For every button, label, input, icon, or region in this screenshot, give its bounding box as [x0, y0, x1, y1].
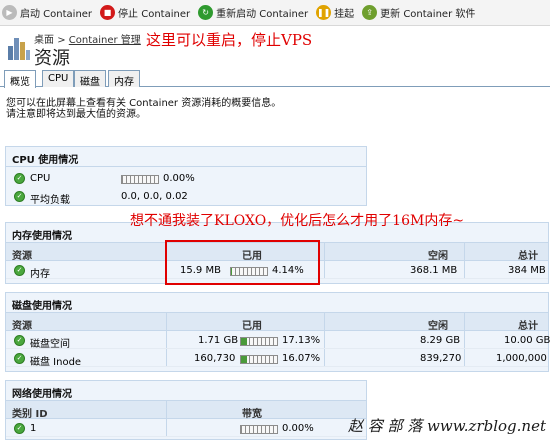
- disk-inode-progress-bar: [240, 355, 278, 364]
- network-usage-title: 网络使用情况: [6, 381, 366, 401]
- disk-space-total-value: 10.00 GB: [504, 335, 550, 346]
- cpu-row: ✓ CPU 0.00%: [6, 169, 366, 187]
- disk-space-progress-fill: [241, 338, 248, 345]
- memory-free-value: 368.1 MB: [410, 265, 458, 276]
- toolbar: ▶ 启动 Container ■ 停止 Container ↻ 重新启动 Con…: [0, 0, 550, 26]
- cpu-label: CPU: [30, 173, 51, 184]
- disk-col-free: 空闲: [428, 321, 448, 332]
- stop-container-button[interactable]: ■ 停止 Container: [100, 5, 190, 20]
- status-ok-icon: ✓: [14, 265, 25, 276]
- status-ok-icon: ✓: [14, 335, 25, 346]
- disk-table-header: 资源 已用 空闲 总计: [6, 313, 548, 332]
- breadcrumb-container-management[interactable]: Container 管理: [69, 35, 141, 46]
- restart-annotation: 这里可以重启，停止VPS: [146, 31, 313, 49]
- cpu-usage-title: CPU 使用情况: [6, 147, 366, 167]
- disk-space-percent: 17.13%: [282, 335, 321, 346]
- memory-total-value: 384 MB: [508, 265, 546, 276]
- status-ok-icon: ✓: [14, 423, 25, 434]
- disk-col-resource: 资源: [12, 321, 32, 332]
- update-software-button[interactable]: ⇪ 更新 Container 软件: [362, 5, 475, 20]
- memory-annotation: 想不通我装了KLOXO，优化后怎么才用了16M内存~: [130, 213, 465, 229]
- disk-col-total: 总计: [518, 321, 538, 332]
- disk-inode-label: 磁盘 Inode: [30, 357, 82, 368]
- disk-space-used-value: 1.71 GB: [198, 335, 239, 346]
- table-row: ✓ 磁盘空间 1.71 GB 17.13% 8.29 GB 10.00 GB: [6, 331, 550, 350]
- memory-col-free: 空闲: [428, 251, 448, 262]
- disk-inode-percent: 16.07%: [282, 353, 321, 364]
- stop-icon: ■: [100, 5, 116, 20]
- memory-label: 内存: [30, 269, 50, 280]
- load-average-label: 平均负载: [30, 195, 70, 206]
- tab-cpu[interactable]: CPU: [42, 70, 75, 87]
- disk-usage-title: 磁盘使用情况: [6, 293, 548, 313]
- pause-icon: ❚❚: [316, 5, 332, 20]
- memory-col-total: 总计: [518, 251, 538, 262]
- cpu-value: 0.00%: [163, 173, 195, 184]
- tab-overview[interactable]: 概览: [4, 70, 36, 88]
- status-ok-icon: ✓: [14, 173, 25, 184]
- play-icon: ▶: [2, 5, 17, 20]
- network-col-bandwidth: 带宽: [242, 409, 262, 420]
- page-title: 资源: [34, 48, 70, 69]
- status-ok-icon: ✓: [14, 191, 25, 202]
- tab-bar: 概览 CPU 磁盘 内存: [0, 70, 550, 88]
- update-icon: ⇪: [362, 5, 378, 20]
- cpu-usage-panel: CPU 使用情况 ✓ CPU 0.00% ✓ 平均负载 0.0, 0.0, 0.…: [5, 146, 367, 206]
- intro-line-2: 请注意即将达到最大值的资源。: [6, 109, 146, 120]
- network-progress-bar: [240, 425, 278, 434]
- update-software-label: 更新 Container 软件: [380, 9, 476, 20]
- restart-container-label: 重新启动 Container: [216, 9, 309, 20]
- intro-text: 您可以在此屏幕上查看有关 Container 资源消耗的概要信息。 请注意即将达…: [6, 98, 506, 120]
- tab-memory[interactable]: 内存: [108, 70, 140, 88]
- disk-usage-panel: 磁盘使用情况 资源 已用 空闲 总计 ✓ 磁盘空间 1.71 GB 17.13%…: [5, 292, 550, 372]
- network-col-category: 类别 ID: [12, 409, 48, 420]
- cpu-progress-bar: [121, 175, 159, 184]
- disk-inode-progress-fill: [241, 356, 247, 363]
- table-row: ✓ 磁盘 Inode 160,730 16.07% 839,270 1,000,…: [6, 349, 548, 368]
- table-row: ✓ 1 0.00%: [6, 419, 366, 437]
- memory-highlight-box: [165, 240, 320, 285]
- stop-container-label: 停止 Container: [118, 9, 191, 20]
- disk-space-free-value: 8.29 GB: [420, 335, 461, 346]
- disk-inode-free-value: 839,270: [420, 353, 462, 364]
- memory-col-resource: 资源: [12, 251, 32, 262]
- disk-inode-used-value: 160,730: [194, 353, 236, 364]
- restart-icon: ↻: [198, 5, 214, 20]
- load-average-row: ✓ 平均负载 0.0, 0.0, 0.02: [6, 187, 366, 206]
- network-usage-panel: 网络使用情况 类别 ID 带宽 ✓ 1 0.00%: [5, 380, 367, 440]
- disk-space-label: 磁盘空间: [30, 339, 70, 350]
- watermark: 赵 容 部 落 www.zrblog.net: [347, 417, 546, 435]
- intro-line-1: 您可以在此屏幕上查看有关 Container 资源消耗的概要信息。: [6, 98, 282, 109]
- start-container-label: 启动 Container: [20, 9, 93, 20]
- network-id: 1: [30, 423, 37, 434]
- disk-inode-total-value: 1,000,000: [496, 353, 547, 364]
- resources-icon: [8, 32, 30, 60]
- load-average-value: 0.0, 0.0, 0.02: [121, 191, 188, 202]
- tab-disk[interactable]: 磁盘: [74, 70, 106, 88]
- network-percent: 0.00%: [282, 423, 314, 434]
- network-table-header: 类别 ID 带宽: [6, 401, 366, 420]
- status-ok-icon: ✓: [14, 353, 25, 364]
- disk-space-progress-bar: [240, 337, 278, 346]
- disk-col-used: 已用: [242, 321, 262, 332]
- page-header: 桌面 > Container 管理 资源 这里可以重启，停止VPS: [0, 26, 550, 70]
- restart-container-button[interactable]: ↻ 重新启动 Container: [198, 5, 308, 20]
- start-container-button[interactable]: ▶ 启动 Container: [2, 5, 92, 20]
- suspend-button[interactable]: ❚❚ 挂起: [316, 5, 354, 20]
- suspend-label: 挂起: [334, 9, 355, 20]
